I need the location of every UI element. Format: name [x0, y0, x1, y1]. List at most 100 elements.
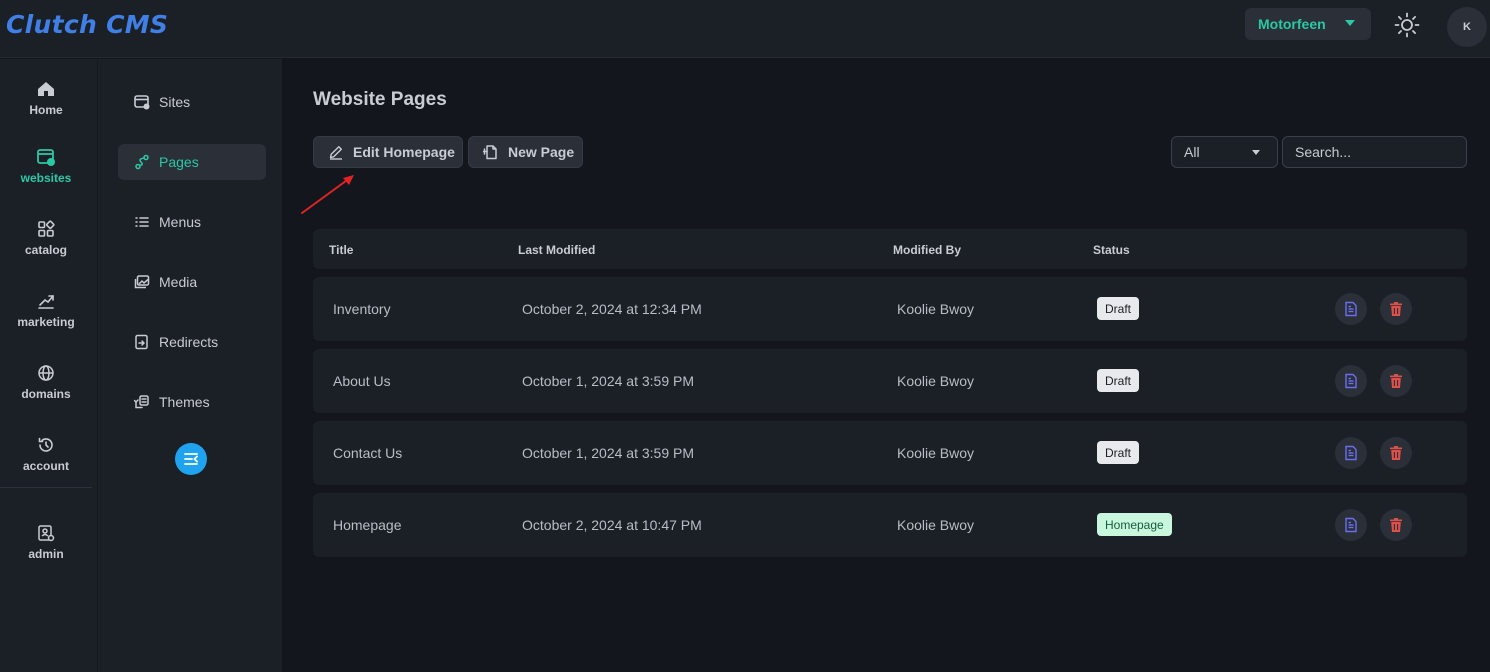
delete-page-button[interactable]: [1380, 509, 1412, 541]
caret-down-icon: [1252, 150, 1260, 155]
trash-icon: [1390, 374, 1402, 388]
trash-icon: [1390, 302, 1402, 316]
marketing-icon: [38, 295, 54, 309]
column-header-modified-by[interactable]: Modified By: [893, 243, 961, 257]
rail-item-label: Home: [29, 103, 63, 117]
subnav-item-label: Menus: [159, 214, 202, 230]
edit-homepage-label: Edit Homepage: [353, 144, 455, 160]
rail-divider: [0, 487, 92, 488]
redirects-icon: [135, 334, 148, 350]
caret-down-icon: [1345, 20, 1355, 26]
websites-icon: [37, 149, 55, 166]
edit-homepage-button[interactable]: Edit Homepage: [313, 136, 463, 168]
subnav-item-label: Pages: [159, 154, 199, 170]
modified-by-cell: Koolie Bwoy: [897, 373, 975, 389]
table-header: Title Last Modified Modified By Status: [313, 229, 1467, 269]
collapse-menu-icon: [184, 453, 198, 465]
last-modified-cell: October 1, 2024 at 3:59 PM: [522, 445, 694, 461]
subnav-item-label: Redirects: [159, 334, 219, 350]
status-filter-value: All: [1184, 144, 1200, 160]
sun-icon[interactable]: [1393, 11, 1421, 39]
page-title-cell: Contact Us: [333, 445, 403, 461]
main-content: Website Pages Edit Homepage New Page All…: [282, 59, 1490, 672]
edit-page-button[interactable]: [1335, 365, 1367, 397]
last-modified-cell: October 2, 2024 at 12:34 PM: [522, 301, 702, 317]
subnav-item-themes[interactable]: Themes: [118, 384, 266, 420]
last-modified-cell: October 2, 2024 at 10:47 PM: [522, 517, 702, 533]
page-title-cell: About Us: [333, 373, 391, 389]
rail-item-account[interactable]: account: [0, 435, 92, 495]
subnav-item-label: Sites: [159, 94, 191, 110]
edit-page-button[interactable]: [1335, 293, 1367, 325]
delete-page-button[interactable]: [1380, 293, 1412, 325]
last-modified-cell: October 1, 2024 at 3:59 PM: [522, 373, 694, 389]
rail-item-websites[interactable]: websites: [0, 147, 92, 207]
top-bar: Clutch CMS Motorfeen K: [0, 0, 1490, 58]
rail-item-domains[interactable]: domains: [0, 363, 92, 423]
page-title: Website Pages: [313, 89, 447, 110]
edit-page-button[interactable]: [1335, 509, 1367, 541]
delete-page-button[interactable]: [1380, 365, 1412, 397]
status-badge: Draft: [1097, 441, 1140, 464]
subnav-item-redirects[interactable]: Redirects: [118, 324, 266, 360]
admin-icon: [38, 525, 55, 542]
collapse-sidebar-button[interactable]: [175, 443, 207, 475]
subnav-item-media[interactable]: Media: [118, 264, 266, 300]
subnav-item-pages[interactable]: Pages: [118, 144, 266, 180]
themes-icon: [134, 395, 149, 409]
document-icon: [1345, 517, 1357, 533]
column-header-title[interactable]: Title: [329, 243, 353, 257]
page-title-cell: Inventory: [333, 301, 391, 317]
modified-by-cell: Koolie Bwoy: [897, 445, 975, 461]
modified-by-cell: Koolie Bwoy: [897, 517, 975, 533]
rail-item-label: admin: [28, 547, 64, 561]
subnav-item-label: Media: [159, 274, 198, 290]
delete-page-button[interactable]: [1380, 437, 1412, 469]
table-row[interactable]: Contact Us October 1, 2024 at 3:59 PM Ko…: [313, 421, 1467, 485]
column-header-status[interactable]: Status: [1093, 243, 1130, 257]
media-icon: [134, 275, 150, 289]
document-icon: [1345, 373, 1357, 389]
document-icon: [1345, 445, 1357, 461]
rail-item-catalog[interactable]: catalog: [0, 219, 92, 279]
trash-icon: [1390, 446, 1402, 460]
rail-item-label: marketing: [17, 315, 75, 329]
new-page-label: New Page: [508, 144, 575, 160]
app-logo[interactable]: Clutch CMS: [6, 10, 168, 39]
pencil-icon: [329, 146, 342, 160]
rail-item-admin[interactable]: admin: [0, 523, 92, 583]
subnav-item-sites[interactable]: Sites: [118, 84, 266, 120]
site-selector-value: Motorfeen: [1258, 16, 1326, 32]
table-row[interactable]: Homepage October 2, 2024 at 10:47 PM Koo…: [313, 493, 1467, 557]
status-badge: Draft: [1097, 297, 1140, 320]
pages-icon: [135, 154, 149, 170]
new-page-icon: [483, 145, 497, 160]
rail-item-marketing[interactable]: marketing: [0, 291, 92, 351]
column-header-last-modified[interactable]: Last Modified: [518, 243, 595, 257]
document-icon: [1345, 301, 1357, 317]
menus-icon: [135, 217, 149, 227]
edit-page-button[interactable]: [1335, 437, 1367, 469]
page-title-cell: Homepage: [333, 517, 402, 533]
modified-by-cell: Koolie Bwoy: [897, 301, 975, 317]
home-icon: [38, 82, 54, 96]
status-filter-select[interactable]: All: [1171, 136, 1278, 168]
table-row[interactable]: Inventory October 2, 2024 at 12:34 PM Ko…: [313, 277, 1467, 341]
table-row[interactable]: About Us October 1, 2024 at 3:59 PM Kool…: [313, 349, 1467, 413]
status-badge: Draft: [1097, 369, 1140, 392]
globe-icon: [38, 365, 54, 381]
new-page-button[interactable]: New Page: [468, 136, 583, 168]
subnav-item-label: Themes: [159, 394, 210, 410]
history-icon: [38, 437, 53, 452]
status-badge: Homepage: [1097, 513, 1172, 536]
primary-nav-rail: Home websites catalog marketing domains …: [0, 59, 97, 672]
rail-item-home[interactable]: Home: [0, 79, 92, 139]
rail-item-label: domains: [21, 387, 71, 401]
trash-icon: [1390, 518, 1402, 532]
subnav-item-menus[interactable]: Menus: [118, 204, 266, 240]
annotation-arrow-icon: [301, 175, 354, 214]
rail-item-label: account: [22, 459, 69, 473]
site-selector[interactable]: Motorfeen: [1245, 8, 1371, 40]
user-avatar[interactable]: K: [1447, 7, 1487, 47]
search-input[interactable]: [1282, 136, 1467, 168]
